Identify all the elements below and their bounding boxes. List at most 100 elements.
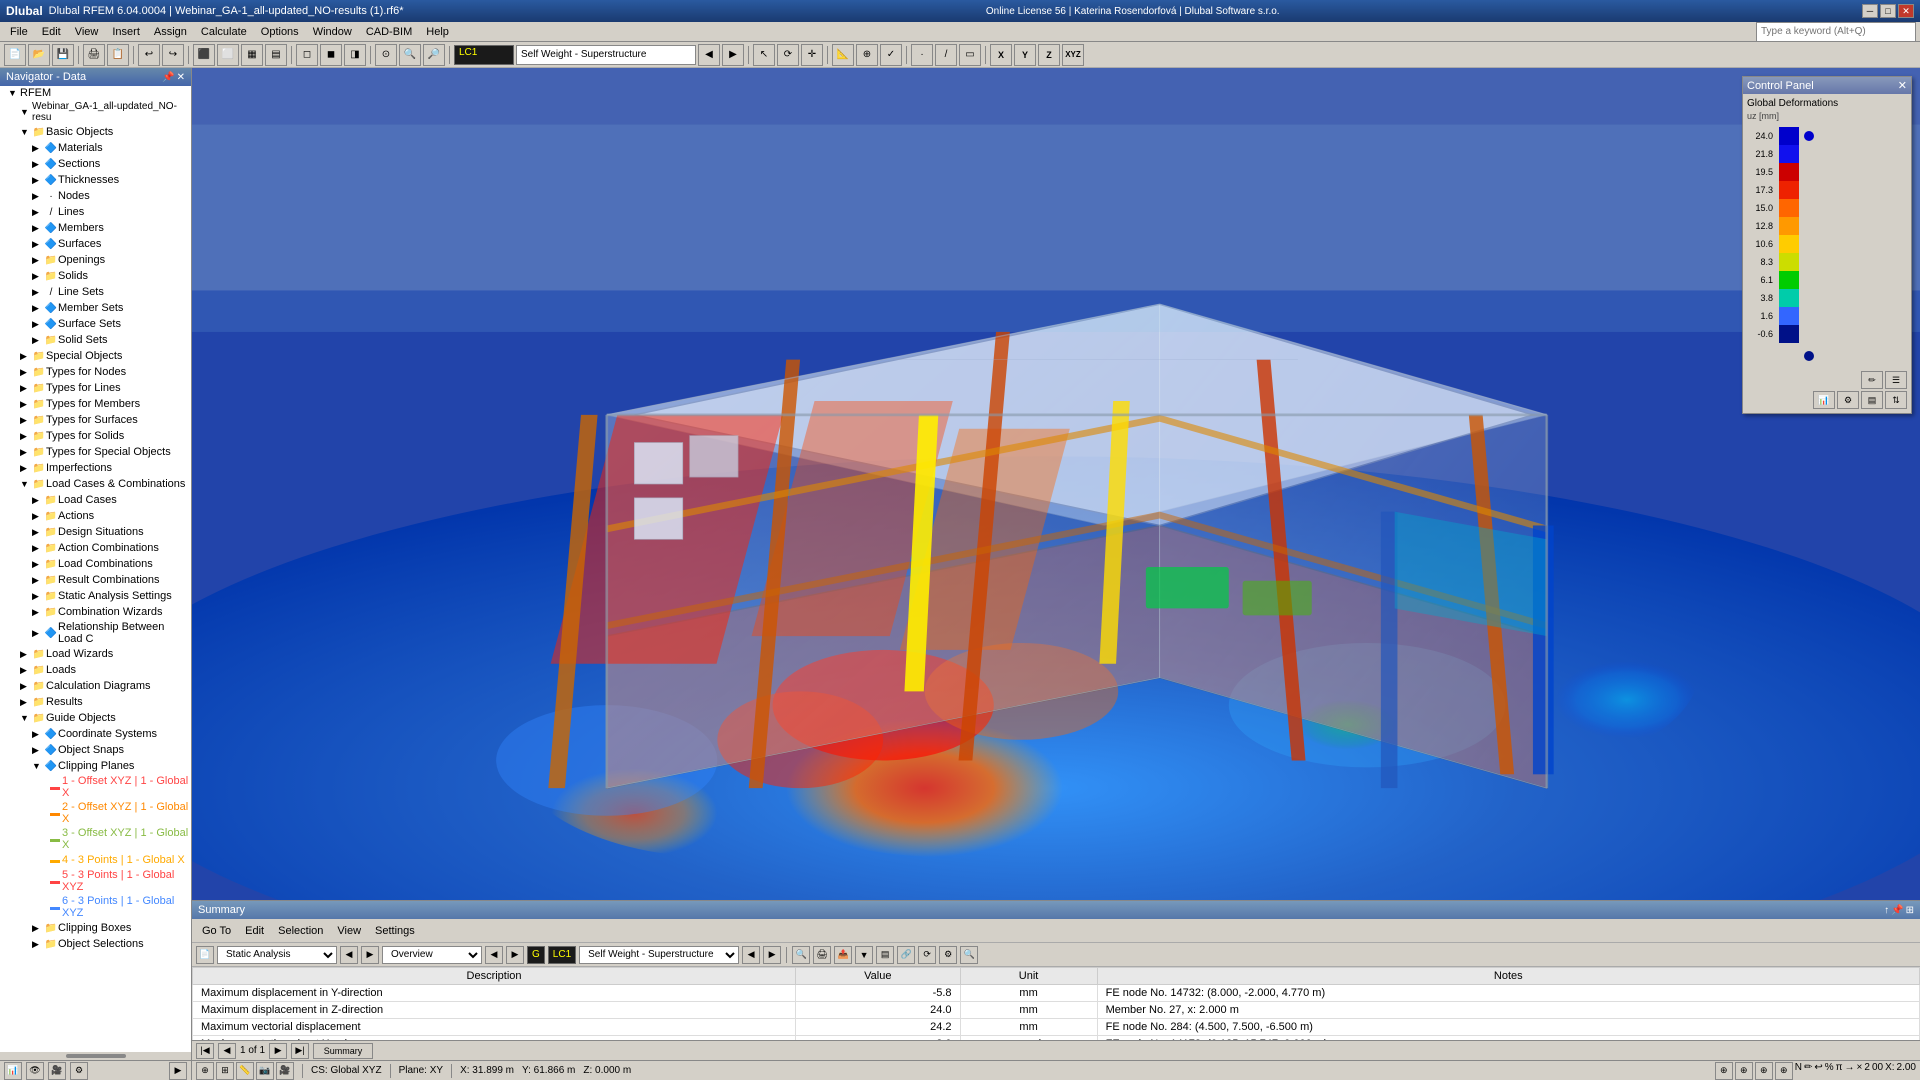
nav-types-members[interactable]: ▶ 📁 Types for Members — [0, 396, 191, 412]
status-r4[interactable]: ⊕ — [1775, 1062, 1793, 1080]
nav-types-solids[interactable]: ▶ 📁 Types for Solids — [0, 428, 191, 444]
summary-pin-icon[interactable]: 📌 — [1891, 905, 1903, 916]
measure-btn[interactable]: 📐 — [832, 44, 854, 66]
sum-search-btn[interactable]: 🔍 — [960, 946, 978, 964]
nav-member-sets[interactable]: ▶ 🔷 Member Sets — [0, 300, 191, 316]
menu-options[interactable]: Options — [255, 24, 305, 40]
project-expand-icon[interactable]: ▼ — [20, 107, 32, 117]
print-btn[interactable]: 🖨 — [83, 44, 105, 66]
sum-link-btn[interactable]: 🔗 — [897, 946, 915, 964]
status-r2[interactable]: ⊕ — [1735, 1062, 1753, 1080]
nav-action-combos[interactable]: ▶ 📁 Action Combinations — [0, 540, 191, 556]
cp-list-btn[interactable]: ☰ — [1885, 371, 1907, 389]
nav-clipping-boxes[interactable]: ▶ 📁 Clipping Boxes — [0, 920, 191, 936]
nav-print-view[interactable]: 🎥 — [48, 1062, 66, 1080]
menu-help[interactable]: Help — [420, 24, 455, 40]
nav-guide-objects[interactable]: ▼ 📁 Guide Objects — [0, 710, 191, 726]
view4[interactable]: ▤ — [265, 44, 287, 66]
sum-next-btn[interactable]: ▶ — [361, 946, 379, 964]
status-ruler-icon[interactable]: 📏 — [236, 1062, 254, 1080]
axis-xyz[interactable]: XYZ — [1062, 44, 1084, 66]
nav-coord-systems[interactable]: ▶ 🔷 Coordinate Systems — [0, 726, 191, 742]
nav-object-snaps[interactable]: ▶ 🔷 Object Snaps — [0, 742, 191, 758]
lc-next[interactable]: ▶ — [722, 44, 744, 66]
clipping-plane-5[interactable]: ▬ 5 - 3 Points | 1 - Global XYZ — [0, 868, 191, 894]
footer-tab[interactable]: Summary — [313, 1043, 373, 1059]
node-btn[interactable]: · — [911, 44, 933, 66]
3d-viewport[interactable]: Control Panel ✕ Global Deformations uz [… — [192, 68, 1920, 900]
nav-rfem-root[interactable]: ▼ RFEM — [0, 86, 191, 100]
nav-close-icon[interactable]: ✕ — [177, 72, 185, 83]
copy-btn[interactable]: 📋 — [107, 44, 129, 66]
lc-prev[interactable]: ◀ — [698, 44, 720, 66]
sum-lc-name[interactable]: Self Weight - Superstructure — [579, 946, 739, 964]
summary-edit[interactable]: Edit — [239, 923, 270, 939]
sum-prev-btn[interactable]: ◀ — [340, 946, 358, 964]
cp-sort-btn[interactable]: ⇅ — [1885, 391, 1907, 409]
nav-special-objects[interactable]: ▶ 📁 Special Objects — [0, 348, 191, 364]
sum-settings-btn[interactable]: ⚙ — [939, 946, 957, 964]
nav-solid-sets[interactable]: ▶ 📁 Solid Sets — [0, 332, 191, 348]
nav-imperfections[interactable]: ▶ 📁 Imperfections — [0, 460, 191, 476]
select-btn[interactable]: ↖ — [753, 44, 775, 66]
menu-cad-bim[interactable]: CAD-BIM — [360, 24, 418, 40]
nav-load-cases-combo[interactable]: ▼ 📁 Load Cases & Combinations — [0, 476, 191, 492]
lc-type-badge[interactable]: LC1 — [454, 45, 514, 65]
sum-refresh-btn[interactable]: ⟳ — [918, 946, 936, 964]
nav-nodes[interactable]: ▶ · Nodes — [0, 188, 191, 204]
section-btn[interactable]: ⊕ — [856, 44, 878, 66]
status-video-icon[interactable]: 🎥 — [276, 1062, 294, 1080]
footer-first-btn[interactable]: |◀ — [196, 1043, 214, 1059]
nav-types-nodes[interactable]: ▶ 📁 Types for Nodes — [0, 364, 191, 380]
nav-types-lines[interactable]: ▶ 📁 Types for Lines — [0, 380, 191, 396]
clipping-plane-6[interactable]: ▬ 6 - 3 Points | 1 - Global XYZ — [0, 894, 191, 920]
summary-detach-icon[interactable]: ⊞ — [1906, 905, 1914, 916]
summary-selection[interactable]: Selection — [272, 923, 329, 939]
clipping-plane-1[interactable]: ▬ 1 - Offset XYZ | 1 - Global X — [0, 774, 191, 800]
nav-types-special[interactable]: ▶ 📁 Types for Special Objects — [0, 444, 191, 460]
nav-surface-sets[interactable]: ▶ 🔷 Surface Sets — [0, 316, 191, 332]
view3[interactable]: ▦ — [241, 44, 263, 66]
clipping-plane-2[interactable]: ▬ 2 - Offset XYZ | 1 - Global X — [0, 800, 191, 826]
nav-thicknesses[interactable]: ▶ 🔷 Thicknesses — [0, 172, 191, 188]
status-grid-icon[interactable]: ⊞ — [216, 1062, 234, 1080]
undo-btn[interactable]: ↩ — [138, 44, 160, 66]
sum-lc-next[interactable]: ▶ — [763, 946, 781, 964]
status-camera-icon[interactable]: 📷 — [256, 1062, 274, 1080]
rfem-expand-icon[interactable]: ▼ — [8, 88, 20, 98]
nav-load-wizards[interactable]: ▶ 📁 Load Wizards — [0, 646, 191, 662]
menu-insert[interactable]: Insert — [106, 24, 146, 40]
summary-expand-icon[interactable]: ↑ — [1884, 905, 1889, 916]
nav-basic-objects[interactable]: ▼ 📁 Basic Objects — [0, 124, 191, 140]
redo-btn[interactable]: ↪ — [162, 44, 184, 66]
footer-prev-btn[interactable]: ◀ — [218, 1043, 236, 1059]
sum-nav-next[interactable]: ▶ — [506, 946, 524, 964]
cp-filter-btn[interactable]: ▤ — [1861, 391, 1883, 409]
sum-table-btn[interactable]: ▤ — [876, 946, 894, 964]
menu-file[interactable]: File — [4, 24, 34, 40]
clipping-plane-4[interactable]: ▬ 4 - 3 Points | 1 - Global X — [0, 852, 191, 868]
lc-name-input[interactable] — [516, 45, 696, 65]
view2[interactable]: ⬜ — [217, 44, 239, 66]
render-wire[interactable]: ◻ — [296, 44, 318, 66]
nav-solids[interactable]: ▶ 📁 Solids — [0, 268, 191, 284]
nav-display-view[interactable]: 👁 — [26, 1062, 44, 1080]
render-solid[interactable]: ◼ — [320, 44, 342, 66]
nav-types-surfaces[interactable]: ▶ 📁 Types for Surfaces — [0, 412, 191, 428]
sum-export-btn[interactable]: 📤 — [834, 946, 852, 964]
save-btn[interactable]: 💾 — [52, 44, 74, 66]
rotate-btn[interactable]: ⟳ — [777, 44, 799, 66]
cp-close-button[interactable]: ✕ — [1898, 79, 1907, 92]
summary-goto[interactable]: Go To — [196, 923, 237, 939]
nav-scroll-right[interactable]: ▶ — [169, 1062, 187, 1080]
minimize-button[interactable]: ─ — [1862, 4, 1878, 18]
view1[interactable]: ⬛ — [193, 44, 215, 66]
nav-materials[interactable]: ▶ 🔷 Materials — [0, 140, 191, 156]
analysis-type-select[interactable]: Static Analysis — [217, 946, 337, 964]
nav-surfaces[interactable]: ▶ 🔷 Surfaces — [0, 236, 191, 252]
nav-combo-wizards[interactable]: ▶ 📁 Combination Wizards — [0, 604, 191, 620]
move-btn[interactable]: ✛ — [801, 44, 823, 66]
render-trans[interactable]: ◨ — [344, 44, 366, 66]
summary-view[interactable]: View — [331, 923, 367, 939]
status-snap-icon[interactable]: ⊕ — [196, 1062, 214, 1080]
